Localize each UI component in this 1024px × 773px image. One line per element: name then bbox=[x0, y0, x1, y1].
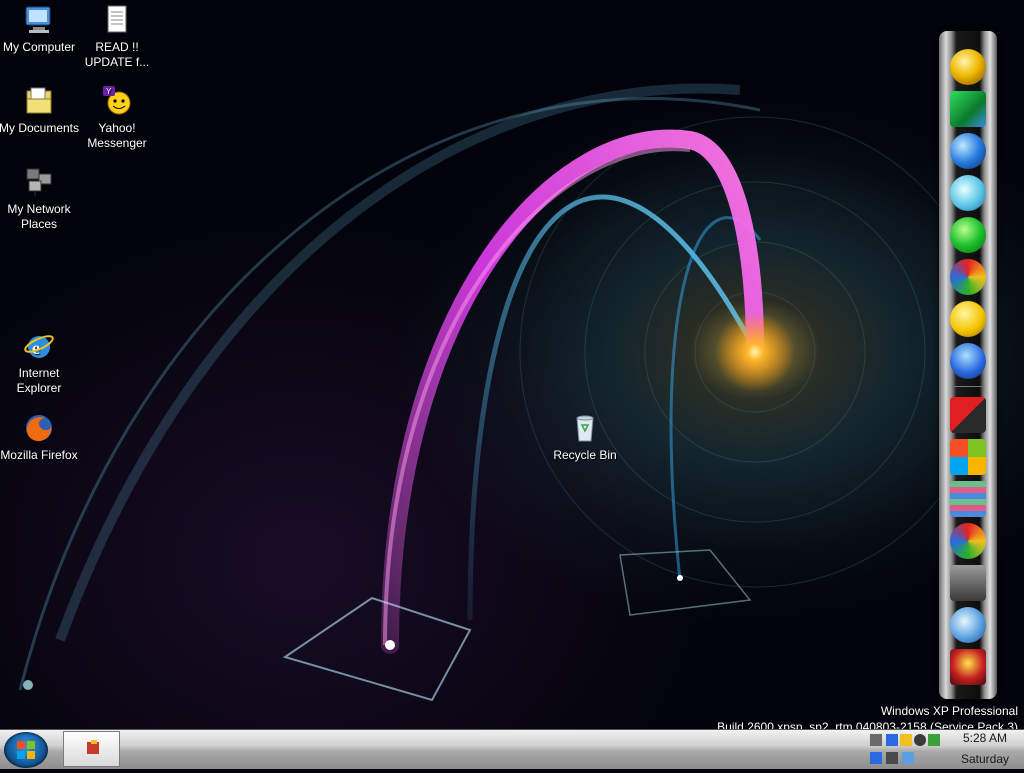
text-document-icon bbox=[107, 5, 127, 33]
desktop-icon-label: Mozilla Firefox bbox=[0, 448, 78, 462]
application-dock bbox=[939, 31, 997, 699]
internet-explorer-icon: e bbox=[24, 335, 54, 358]
tray-monitor-icon[interactable] bbox=[902, 752, 914, 764]
dock-separator bbox=[951, 386, 985, 387]
desktop-icon-label: READ !! UPDATE f... bbox=[84, 40, 150, 69]
desktop-icon-label: My Documents bbox=[0, 121, 80, 135]
start-button[interactable] bbox=[4, 732, 48, 768]
yahoo-messenger-icon: Y bbox=[103, 86, 131, 115]
taskbar-app-button[interactable] bbox=[63, 731, 120, 767]
network-places-icon bbox=[26, 168, 52, 196]
network-icon[interactable] bbox=[950, 607, 986, 643]
desktop-icon-label: Recycle Bin bbox=[553, 448, 617, 462]
ie-green-icon[interactable] bbox=[950, 217, 986, 253]
desktop-icon-my-network-places[interactable]: My Network Places bbox=[0, 166, 81, 232]
desktop-icon-label: My Computer bbox=[2, 40, 76, 54]
tray-sound-icon[interactable] bbox=[870, 734, 882, 746]
tray-warning-icon[interactable] bbox=[900, 734, 912, 746]
system-tray: 5:28 AM Saturday bbox=[866, 730, 1024, 769]
taskbar: 5:28 AM Saturday bbox=[0, 729, 1024, 769]
tray-keyboard-icon[interactable] bbox=[886, 752, 898, 764]
recycle-bin-icon bbox=[576, 415, 594, 442]
svg-text:Y: Y bbox=[106, 87, 112, 96]
tray-text-icon[interactable] bbox=[870, 752, 882, 764]
desktop-icon-yahoo-messenger[interactable]: Y Yahoo! Messenger bbox=[75, 85, 159, 151]
desktop-icon-read-update[interactable]: READ !! UPDATE f... bbox=[75, 4, 159, 70]
desktop-icon-internet-explorer[interactable]: e Internet Explorer bbox=[0, 330, 81, 396]
gold-orb-icon[interactable] bbox=[950, 49, 986, 85]
desktop-icon-label: Yahoo! Messenger bbox=[87, 121, 147, 150]
desktop-icon-recycle-bin[interactable]: Recycle Bin bbox=[543, 412, 627, 463]
watermark-line-1: Windows XP Professional bbox=[880, 704, 1018, 718]
aim-man-icon[interactable] bbox=[950, 649, 986, 685]
documents-folder-icon bbox=[26, 87, 52, 114]
windows-logo-icon bbox=[17, 741, 35, 759]
desktop-icon-label: Internet Explorer bbox=[16, 366, 62, 395]
stacked-books-icon[interactable] bbox=[950, 481, 986, 517]
app-package-icon bbox=[87, 740, 99, 754]
clock-time[interactable]: 5:28 AM bbox=[948, 731, 1022, 745]
msn-buddy-icon[interactable] bbox=[950, 343, 986, 379]
windows-media-icon[interactable] bbox=[950, 397, 986, 433]
media-player-icon[interactable] bbox=[950, 175, 986, 211]
tray-network-icon[interactable] bbox=[886, 734, 898, 746]
desktop-icon-label: My Network Places bbox=[7, 202, 71, 231]
desktop-icon-mozilla-firefox[interactable]: Mozilla Firefox bbox=[0, 412, 81, 463]
tray-green-icon[interactable] bbox=[928, 734, 940, 746]
printer-icon[interactable] bbox=[950, 565, 986, 601]
desktop-icon-my-computer[interactable]: My Computer bbox=[0, 4, 81, 55]
clock-day[interactable]: Saturday bbox=[948, 752, 1022, 766]
media-center-icon[interactable] bbox=[950, 259, 986, 295]
my-computer-icon bbox=[25, 6, 51, 33]
messenger-smiley-icon[interactable] bbox=[950, 301, 986, 337]
desktop-icon-my-documents[interactable]: My Documents bbox=[0, 85, 81, 136]
firefox-icon bbox=[26, 415, 52, 442]
windows-flag-icon[interactable] bbox=[950, 439, 986, 475]
butterfly-icon[interactable] bbox=[950, 523, 986, 559]
monitor-icon[interactable] bbox=[950, 91, 986, 127]
tray-clock-app-icon[interactable] bbox=[914, 734, 926, 746]
globe-icon[interactable] bbox=[950, 133, 986, 169]
